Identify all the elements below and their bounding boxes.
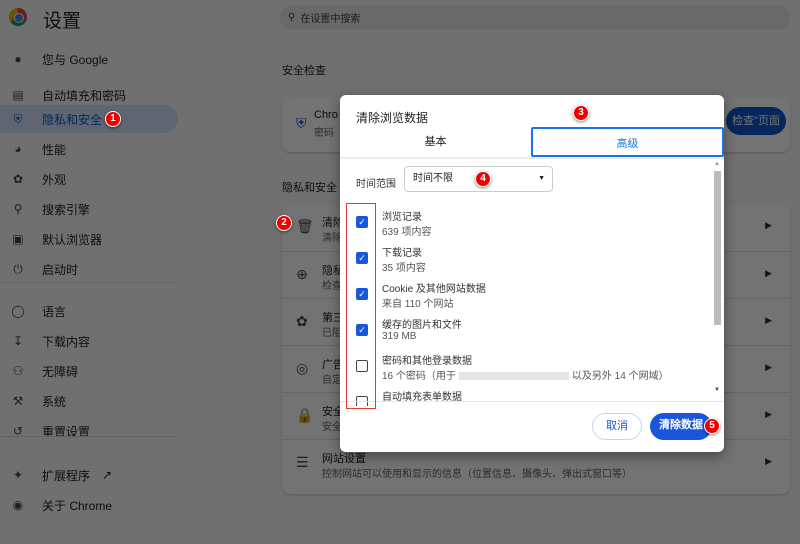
chevron-right-icon: ▶ [765,220,772,230]
sidebar-item[interactable]: ◕ 性能 [0,135,178,163]
annotation-badge: 5 [704,418,720,434]
divider [0,282,178,283]
tab-advanced[interactable]: 高级 [531,127,724,157]
redacted-text [458,372,569,381]
safety-check-button[interactable]: 检查"页面 [726,107,786,135]
clipboard-icon: ▤ [12,88,24,102]
clear-data-button[interactable]: 清除数据 [650,413,712,440]
scrollbar[interactable]: ▲ ▼ [712,161,722,421]
data-type-item: ✓ 缓存的图片和文件 319 MB [340,316,710,352]
chevron-right-icon: ▶ [765,315,772,325]
puzzle-icon: ✦ [12,468,24,482]
sidebar-item[interactable]: ↧ 下载内容 [0,327,178,355]
cookie-icon: ✿ [296,313,308,329]
scroll-down-icon[interactable]: ▼ [714,387,720,393]
power-icon: ⏻ [13,261,23,276]
chrome-icon: ◉ [12,498,24,512]
dialog-title: 清除浏览数据 [356,111,429,125]
data-type-item: 密码和其他登录数据 16 个密码（用于 以及另外 14 个网域） [340,352,710,388]
speedometer-icon: ◕ [14,142,22,156]
caret-down-icon: ▼ [538,175,545,182]
scroll-up-icon[interactable]: ▲ [714,161,720,167]
download-icon: ↧ [12,334,24,348]
palette-icon: ✿ [12,172,24,186]
chevron-right-icon: ▶ [765,362,772,372]
footer-divider [340,401,724,402]
safety-check-heading: 安全检查 [282,65,326,77]
data-type-item: 自动填充表单数据 [340,388,710,406]
shield-icon: ⛨ [13,111,23,126]
sidebar-item[interactable]: ⛨ 隐私和安全 [0,105,178,133]
privacy-heading: 隐私和安全 [282,182,337,194]
sidebar-item[interactable]: ⚇ 无障碍 [0,357,178,385]
sidebar-item[interactable]: ◯ 语言 [0,297,178,325]
time-range-label: 时间范围 [356,179,396,190]
annotation-highlight-box [346,203,376,409]
clear-browsing-data-dialog: 清除浏览数据 基本 高级 时间范围 时间不限 ▼ ✓ 浏览记录 639 项内容 ✓ 下载记… [340,95,724,452]
wrench-icon: ⚒ [12,394,24,408]
sidebar-item[interactable]: ⚒ 系统 [0,387,178,415]
annotation-badge: 2 [276,215,292,231]
sliders-icon: ☰ [296,454,309,470]
sidebar-item[interactable]: ▣ 默认浏览器 [0,225,178,253]
chevron-right-icon: ▶ [765,409,772,419]
annotation-badge: 3 [573,105,589,121]
page-title: 设置 [43,11,82,32]
trash-icon: 🗑 [296,218,314,234]
lock-icon: 🔒 [296,407,314,423]
sidebar-item[interactable]: ● 您与 Google [0,45,178,73]
tab-divider [340,157,724,159]
divider [0,436,178,437]
chevron-right-icon: ▶ [765,456,772,466]
search-input[interactable]: ⚲ 在设置中搜索 [280,5,790,30]
sidebar-item[interactable]: ◉ 关于 Chrome [0,491,178,519]
tab-basic[interactable]: 基本 [340,127,531,157]
data-type-item: ✓ 下载记录 35 项内容 [340,244,710,280]
globe-icon: ◯ [11,304,25,318]
data-type-item: ✓ 浏览记录 639 项内容 [340,208,710,244]
annotation-badge: 4 [475,171,491,187]
accessibility-icon: ⚇ [12,364,24,378]
person-icon: ● [14,52,22,66]
chrome-logo-icon [9,8,27,26]
sidebar-item[interactable]: ✦ 扩展程序 ↗ [0,461,178,489]
search-icon: ⚲ [13,202,23,216]
ads-icon: ◎ [296,360,309,376]
sidebar: 设置 ● 您与 Google ▤ 自动填充和密码 ⛨ 隐私和安全 ◕ 性能 ✿ 外观 ⚲ 搜索引擎 ▣ 默… [0,0,270,544]
sidebar-item[interactable]: ↺ 重置设置 [0,417,178,445]
chevron-right-icon: ▶ [765,268,772,278]
privacy-guide-icon: ⊕ [296,266,308,282]
sidebar-item[interactable]: ✿ 外观 [0,165,178,193]
search-icon: ⚲ [288,12,296,23]
browser-icon: ▣ [12,232,24,246]
sidebar-item[interactable]: ⏻ 启动时 [0,255,178,283]
shield-icon: ⛨ [296,115,307,131]
annotation-badge: 1 [105,111,121,127]
external-link-icon: ↗ [102,468,113,482]
data-type-item: ✓ Cookie 及其他网站数据 来自 110 个网站 [340,280,710,316]
scrollbar-thumb[interactable] [714,171,721,325]
cancel-button[interactable]: 取消 [592,413,642,440]
sidebar-item[interactable]: ⚲ 搜索引擎 [0,195,178,223]
